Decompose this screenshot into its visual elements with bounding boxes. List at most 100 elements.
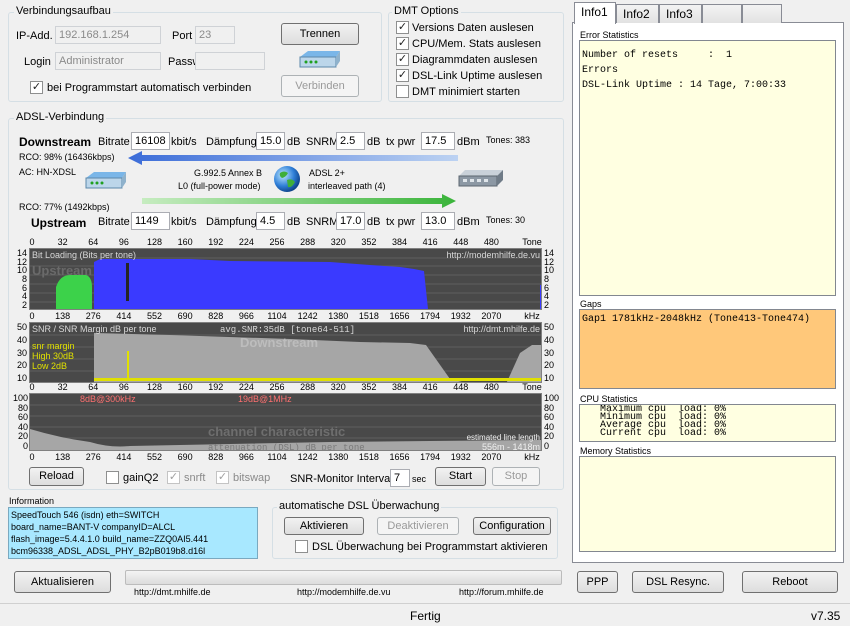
monitor-startup-checkbox[interactable]	[295, 540, 308, 553]
tab-info3[interactable]: Info3	[659, 4, 702, 23]
axis-tick-label: 1104	[267, 452, 287, 462]
disconnect-button[interactable]: Trennen	[281, 23, 359, 45]
att-yaxis-right: 100 80 60 40 20 0	[544, 393, 560, 451]
tab-5[interactable]	[742, 4, 782, 23]
rco-up-text: RCO: 77% (1492kbps)	[19, 202, 110, 212]
snr-legend-margin: snr margin	[32, 341, 75, 351]
monitor-group-title: automatische DSL Überwachung	[277, 500, 442, 512]
modem-icon	[299, 51, 340, 68]
dmt-option-checkbox-diagram[interactable]: ✓	[396, 53, 409, 66]
dmt-option-checkbox-uptime[interactable]: ✓	[396, 69, 409, 82]
att-yaxis-left: 100 80 60 40 20 0	[12, 393, 28, 451]
link-dmt[interactable]: http://dmt.mhilfe.de	[134, 587, 211, 597]
snr-interval-input[interactable]: 7	[390, 469, 410, 487]
reboot-button[interactable]: Reboot	[742, 571, 838, 593]
axis-tick-label: Tone	[522, 237, 542, 247]
axis-tick-label: 1380	[328, 311, 349, 321]
version-text: v7.35	[811, 609, 841, 623]
upstream-label: Upstream	[31, 216, 87, 230]
bit-downstream-dip	[126, 263, 129, 301]
stop-button[interactable]: Stop	[492, 467, 540, 486]
snr-watermark: Downstream	[240, 335, 318, 350]
configuration-button[interactable]: Configuration	[473, 517, 551, 535]
login-label: Login	[24, 56, 51, 68]
axis-tick-label: 480	[483, 237, 499, 247]
bitswap-checkbox[interactable]: ✓	[216, 471, 229, 484]
dmt-option-checkbox-versions[interactable]: ✓	[396, 21, 409, 34]
axis-tick-label: 32	[57, 382, 68, 392]
axis-tick-label: 552	[146, 452, 163, 462]
axis-tick-label: 128	[146, 237, 163, 247]
snr-tone-axis: 0 32 64 96 128 160 192 224 256 288 320 352 384 416 448…	[29, 382, 542, 393]
y-axis-tick-label: 40	[17, 421, 28, 432]
axis-tick-label: 0	[29, 311, 35, 321]
deactivate-button[interactable]: Deaktivieren	[377, 517, 459, 535]
port-label: Port	[172, 30, 193, 42]
axis-tick-label: 1932	[450, 452, 471, 462]
att-length-label: estimated line length	[467, 433, 540, 442]
activate-button[interactable]: Aktivieren	[284, 517, 364, 535]
ppp-button[interactable]: PPP	[577, 571, 618, 593]
axis-tick-label: 1656	[389, 452, 410, 462]
downstream-snrm-unit: dB	[367, 136, 381, 148]
axis-tick-label: 96	[118, 237, 129, 247]
attenuation-svg: 8dB@300kHz 19dB@1MHz channel characteris…	[30, 394, 541, 450]
autoconnect-checkbox[interactable]: ✓	[30, 81, 43, 94]
axis-tick-label: 256	[269, 237, 285, 247]
axis-tick-label: 384	[391, 382, 408, 392]
axis-tick-label: 160	[177, 382, 193, 392]
att-label-1mhz: 19dB@1MHz	[238, 394, 292, 404]
att-label-300khz: 8dB@300kHz	[80, 394, 136, 404]
axis-tick-label: 480	[483, 382, 499, 392]
bit-loading-svg: Upstream Bit Loading (Bits per tone) htt…	[30, 250, 541, 309]
dsl-resync-button[interactable]: DSL Resync.	[632, 571, 724, 593]
tab-4[interactable]	[702, 4, 742, 23]
axis-tick-label: 138	[55, 452, 71, 462]
login-input[interactable]: Administrator	[55, 52, 161, 70]
dmt-option-checkbox-cpu[interactable]: ✓	[396, 37, 409, 50]
port-input[interactable]: 23	[195, 26, 235, 44]
gainq2-checkbox[interactable]	[106, 471, 119, 484]
downstream-txpwr-label: tx pwr	[386, 136, 416, 148]
tab-info2[interactable]: Info2	[616, 4, 659, 23]
snr-svg: Downstream SNR / SNR Margin dB per tone …	[30, 324, 541, 382]
snrft-label: snrft	[184, 472, 206, 484]
dmt-option-checkbox-minimized[interactable]	[396, 85, 409, 98]
dmt-option-label-diagram: Diagrammdaten auslesen	[412, 54, 538, 66]
y-axis-tick-label: 0	[544, 441, 550, 451]
axis-tick-label: 414	[116, 452, 132, 462]
axis-tick-label: 0	[29, 452, 35, 462]
reload-button[interactable]: Reload	[29, 467, 84, 486]
password-input[interactable]	[195, 52, 265, 70]
axis-tick-label: 32	[57, 237, 68, 247]
axis-tick-label: Tone	[522, 382, 542, 392]
bit-loading-graph: Upstream Bit Loading (Bits per tone) htt…	[29, 248, 542, 310]
axis-tick-label: 448	[453, 382, 469, 392]
start-button[interactable]: Start	[435, 467, 486, 486]
snr-interval-unit: sec	[412, 474, 427, 484]
downstream-bitrate-value: 16108	[131, 132, 170, 150]
axis-tick-label: 276	[85, 452, 101, 462]
ip-input[interactable]: 192.168.1.254	[55, 26, 161, 44]
autoconnect-label: bei Programmstart automatisch verbinden	[47, 82, 252, 94]
upstream-snrm-value: 17.0	[336, 212, 365, 230]
connect-button[interactable]: Verbinden	[281, 75, 359, 97]
axis-tick-label: 1794	[420, 452, 441, 462]
tab-info1[interactable]: Info1	[574, 2, 616, 24]
upstream-txpwr-label: tx pwr	[386, 216, 416, 228]
refresh-button[interactable]: Aktualisieren	[14, 571, 111, 593]
modem-icon-local	[85, 172, 126, 189]
link-forum[interactable]: http://forum.mhilfe.de	[459, 587, 544, 597]
axis-tick-label: 224	[238, 237, 254, 247]
y-axis-tick-label: 2	[544, 300, 550, 310]
memory-stats-title: Memory Statistics	[580, 446, 652, 456]
axis-tick-label: 828	[208, 311, 224, 321]
axis-tick-label: 64	[88, 237, 99, 247]
upstream-damp-value: 4.5	[256, 212, 285, 230]
upstream-snrm-unit: dB	[367, 216, 381, 228]
error-stats-title: Error Statistics	[580, 30, 639, 40]
snrft-checkbox[interactable]: ✓	[167, 471, 180, 484]
link-modemhilfe[interactable]: http://modemhilfe.de.vu	[297, 587, 391, 597]
info-line: flash_image=5.4.4.1.0 build_name=ZZQ0AI5…	[11, 534, 209, 544]
dmt-option-label-minimized: DMT minimiert starten	[412, 86, 520, 98]
